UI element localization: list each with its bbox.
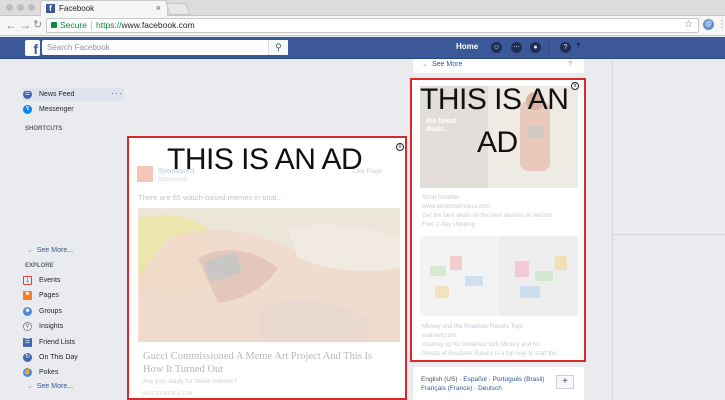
post-image[interactable] xyxy=(138,208,400,342)
sponsored-post-card: x Sponsored Sponsored · Like Page There … xyxy=(127,136,407,400)
chat-sidebar-divider xyxy=(612,59,613,400)
explore-heading: EXPLORE xyxy=(25,263,54,269)
friend-lists-icon: ☰ xyxy=(23,338,32,347)
messenger-icon: ↯ xyxy=(23,105,32,114)
facebook-favicon-icon: f xyxy=(46,4,55,13)
toys-ad-image[interactable] xyxy=(420,236,578,316)
facebook-header: f Search Facebook ⚲ Home ☺ ⋯ ● ? ▼ xyxy=(0,37,725,59)
ad-domain: BUZZFEED.COM xyxy=(143,391,193,397)
chat-sidebar-divider-horizontal xyxy=(612,234,725,235)
ad2-domain: walmart.com xyxy=(422,333,457,339)
language-link-spanish[interactable]: Español xyxy=(463,376,487,383)
ad-overlay-label-line2: AD xyxy=(477,126,518,159)
close-ad-icon[interactable]: x xyxy=(571,82,579,90)
ad-overlay-label: THIS IS AN AD xyxy=(167,143,363,176)
search-icon[interactable]: ⚲ xyxy=(268,40,288,55)
add-language-button[interactable]: + xyxy=(556,375,574,389)
ad2-description: Gearing up for breakfast with Mickey and… xyxy=(422,342,541,348)
see-more-link[interactable]: See More xyxy=(432,61,462,68)
chevron-down-icon: ⌄ xyxy=(27,383,33,390)
toys-ad-photo xyxy=(420,236,578,316)
window-maximize-button[interactable] xyxy=(28,4,35,11)
help-icon[interactable]: ? xyxy=(560,42,571,53)
language-link-french[interactable]: Français (France) xyxy=(421,385,472,392)
verizon-logo: verizon xyxy=(426,176,448,182)
pages-icon: ⚑ xyxy=(23,291,32,300)
menu-icon[interactable]: ⋮ xyxy=(717,19,725,30)
language-current: English (US) xyxy=(421,376,458,383)
account-menu-arrow-icon[interactable]: ▼ xyxy=(575,42,582,49)
new-tab-button[interactable] xyxy=(165,3,191,15)
news-feed-icon: ☰ xyxy=(23,90,32,99)
see-more-explore-link[interactable]: ⌄ See More... xyxy=(27,382,73,390)
language-link-portuguese[interactable]: Português (Brasil) xyxy=(493,376,545,383)
window-close-button[interactable] xyxy=(6,4,13,11)
ad2-title[interactable]: Mickey and the Roadster Racers Toys xyxy=(422,324,523,330)
facebook-logo[interactable]: f xyxy=(25,40,40,56)
language-link-german[interactable]: Deutsch xyxy=(478,385,502,392)
pokes-icon: ☝ xyxy=(23,368,32,377)
notifications-globe-icon[interactable]: ● xyxy=(530,42,541,53)
more-options-icon[interactable]: ··· xyxy=(111,88,123,98)
extension-icon[interactable]: @ xyxy=(703,19,714,30)
ad-description: Are you ready for these memes? xyxy=(143,378,238,385)
ad1-headline: the latest deals. xyxy=(426,118,457,133)
address-bar[interactable]: Secure https://www.facebook.com ☆ xyxy=(46,18,699,33)
right-column-header: ⌄ See More ? xyxy=(413,59,584,73)
tab-title: Facebook xyxy=(59,4,95,13)
insights-icon: ⚲ xyxy=(23,322,32,331)
lock-icon xyxy=(51,22,57,28)
ad1-description: Get the best deals on the best devices a… xyxy=(422,213,555,219)
post-text: There are 65 watch-based memes in total.… xyxy=(138,193,283,202)
on-this-day-icon: ↻ xyxy=(23,353,32,362)
friend-requests-icon[interactable]: ☺ xyxy=(491,42,502,53)
tab-close-icon[interactable]: × xyxy=(156,1,161,16)
ad1-title[interactable]: Shop Smarter xyxy=(422,195,459,201)
bookmark-star-icon[interactable]: ☆ xyxy=(684,18,693,31)
ad2-description-2: friends at Roadster Racers is a fun way … xyxy=(422,351,557,357)
chevron-down-icon: ⌄ xyxy=(27,247,33,254)
chevron-down-icon: ⌄ xyxy=(422,61,428,68)
language-selector: English (US) · Español · Português (Bras… xyxy=(413,367,584,400)
ad1-domain: www.verizonwireless.com xyxy=(422,204,491,210)
window-minimize-button[interactable] xyxy=(17,4,24,11)
browser-tab[interactable]: f Facebook × xyxy=(40,0,168,16)
page-avatar xyxy=(137,166,153,182)
sponsored-label: Sponsored · xyxy=(158,177,191,183)
browser-toolbar: ← → ↻ Secure https://www.facebook.com ☆ … xyxy=(0,16,725,36)
ad-overlay-label-line1: THIS IS AN xyxy=(420,83,569,116)
search-input[interactable]: Search Facebook ⚲ xyxy=(42,40,288,55)
groups-icon: ☻ xyxy=(23,307,32,316)
home-link[interactable]: Home xyxy=(456,42,478,51)
post-photo xyxy=(138,208,400,342)
browser-tab-bar: f Facebook × xyxy=(0,0,725,16)
ad-headline-link[interactable]: Gucci Commissioned A Meme Art Project An… xyxy=(143,350,393,376)
forward-arrow-icon[interactable]: → xyxy=(19,18,31,32)
close-ad-icon[interactable]: x xyxy=(396,143,404,151)
back-arrow-icon[interactable]: ← xyxy=(5,18,17,32)
sponsored-ads-panel: the latest deals. verizon Shop Smarter w… xyxy=(410,78,586,362)
help-icon[interactable]: ? xyxy=(568,61,572,68)
messages-icon[interactable]: ⋯ xyxy=(511,42,522,53)
shortcuts-heading: SHORTCUTS xyxy=(25,126,63,132)
secure-label: Secure xyxy=(60,20,87,30)
reload-icon[interactable]: ↻ xyxy=(33,18,42,31)
events-icon: 1 xyxy=(23,276,32,285)
ad1-description-2: Free 2-day shipping. xyxy=(422,222,477,228)
see-more-link[interactable]: ⌄ See More... xyxy=(27,246,73,254)
url-text[interactable]: https://www.facebook.com xyxy=(96,19,195,32)
